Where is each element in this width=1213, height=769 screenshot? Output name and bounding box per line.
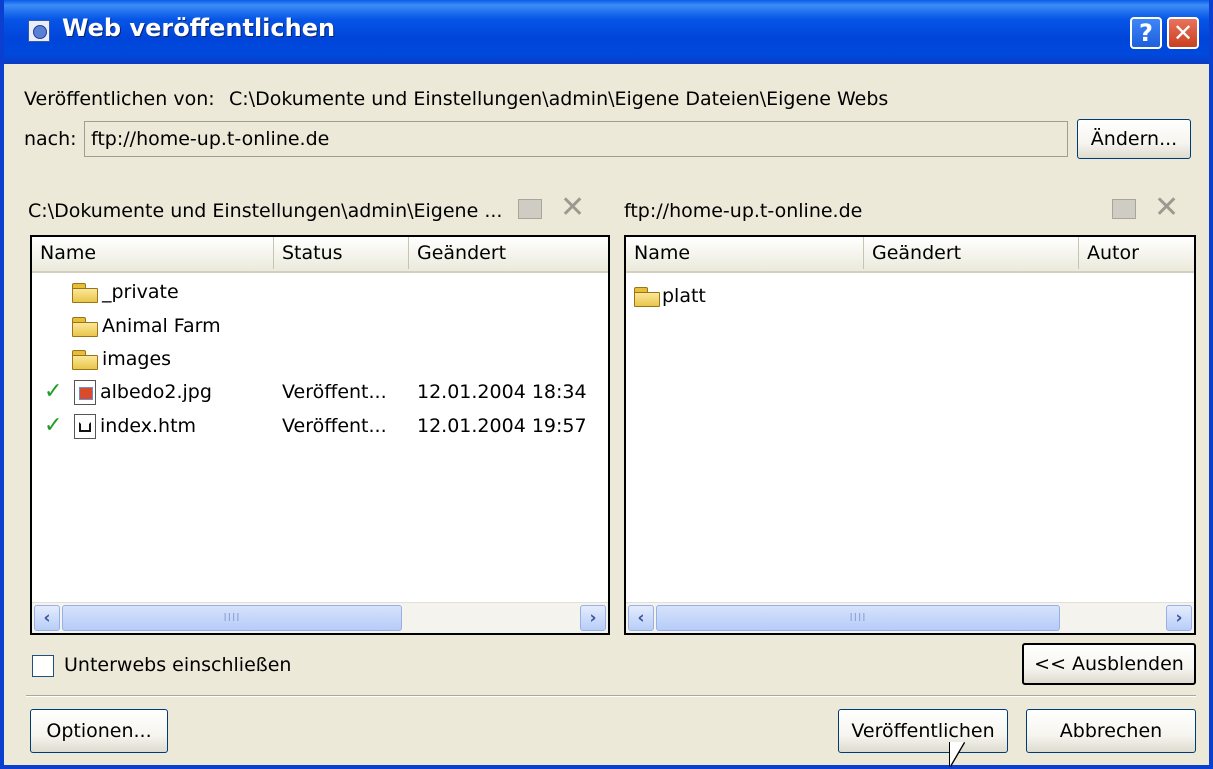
list-item[interactable]: ✓ index.htm Veröffent... 12.01.2004 19:5… <box>32 411 608 441</box>
item-status: Veröffent... <box>282 381 387 403</box>
publish-web-dialog: Web veröffentlichen ? ✕ Veröffentlichen … <box>0 0 1213 769</box>
folder-icon <box>634 287 660 307</box>
destination-field[interactable]: ftp://home-up.t-online.de <box>84 121 1068 157</box>
close-button[interactable]: ✕ <box>1167 17 1199 49</box>
list-item[interactable]: ✓ albedo2.jpg Veröffent... 12.01.2004 18… <box>32 377 608 407</box>
change-button[interactable]: Ändern... <box>1077 119 1191 159</box>
scroll-right-button[interactable]: › <box>1166 605 1192 631</box>
left-pane-path: C:\Dokumente und Einstellungen\admin\Eig… <box>28 200 503 222</box>
options-button[interactable]: Optionen... <box>30 709 168 753</box>
app-icon <box>28 20 50 42</box>
image-file-icon <box>74 380 96 405</box>
column-changed[interactable]: Geändert <box>864 237 1079 269</box>
delete-icon[interactable]: ✕ <box>1154 193 1179 223</box>
column-name[interactable]: Name <box>32 237 274 269</box>
item-changed: 12.01.2004 18:34 <box>417 381 587 403</box>
horizontal-scrollbar[interactable]: ‹ IIII › <box>626 602 1194 633</box>
list-item[interactable]: Animal Farm <box>32 311 608 341</box>
column-name[interactable]: Name <box>626 237 864 269</box>
list-item[interactable]: images <box>32 344 608 374</box>
item-name: index.htm <box>100 415 197 437</box>
list-item[interactable]: _private <box>32 277 608 307</box>
folder-icon <box>72 283 98 303</box>
column-changed[interactable]: Geändert <box>409 237 608 269</box>
destination-label: nach: <box>24 128 77 150</box>
item-name: Animal Farm <box>102 315 221 337</box>
scroll-left-button[interactable]: ‹ <box>34 605 60 631</box>
scroll-thumb[interactable]: IIII <box>62 605 402 631</box>
new-folder-icon[interactable] <box>518 199 542 219</box>
published-check-icon: ✓ <box>44 413 63 438</box>
mouse-cursor-icon <box>950 742 964 766</box>
item-status: Veröffent... <box>282 415 387 437</box>
cancel-button[interactable]: Abbrechen <box>1026 709 1196 753</box>
list-header: Name Status Geändert <box>32 237 608 273</box>
source-path: C:\Dokumente und Einstellungen\admin\Eig… <box>229 88 889 110</box>
scroll-right-button[interactable]: › <box>580 605 606 631</box>
html-file-icon <box>74 414 96 439</box>
window-title: Web veröffentlichen <box>62 14 336 42</box>
hide-button[interactable]: << Ausblenden <box>1022 643 1196 685</box>
delete-icon[interactable]: ✕ <box>560 193 585 223</box>
list-header: Name Geändert Autor <box>626 237 1194 273</box>
source-label: Veröffentlichen von: <box>24 88 215 110</box>
item-changed: 12.01.2004 19:57 <box>417 415 587 437</box>
title-bar[interactable]: Web veröffentlichen ? ✕ <box>4 0 1209 64</box>
published-check-icon: ✓ <box>44 379 63 404</box>
item-name: images <box>102 348 172 370</box>
column-status[interactable]: Status <box>274 237 409 269</box>
item-name: _private <box>102 281 179 303</box>
separator <box>26 695 1196 697</box>
include-subwebs-checkbox[interactable] <box>32 655 54 677</box>
item-name: albedo2.jpg <box>100 381 212 403</box>
scroll-left-button[interactable]: ‹ <box>628 605 654 631</box>
remote-file-list[interactable]: Name Geändert Autor platt ‹ IIII › <box>624 235 1196 635</box>
right-pane-path: ftp://home-up.t-online.de <box>624 200 863 222</box>
new-folder-icon[interactable] <box>1112 199 1136 219</box>
scroll-thumb[interactable]: IIII <box>656 605 1060 631</box>
folder-icon <box>72 317 98 337</box>
publish-button[interactable]: Veröffentlichen <box>838 709 1008 753</box>
include-subwebs-label: Unterwebs einschließen <box>64 654 292 676</box>
folder-icon <box>72 350 98 370</box>
list-item[interactable]: platt <box>626 281 1194 311</box>
horizontal-scrollbar[interactable]: ‹ IIII › <box>32 602 608 633</box>
item-name: platt <box>662 285 706 307</box>
help-button[interactable]: ? <box>1130 17 1162 49</box>
column-author[interactable]: Autor <box>1079 237 1194 269</box>
local-file-list[interactable]: Name Status Geändert _private Animal Far… <box>30 235 610 635</box>
